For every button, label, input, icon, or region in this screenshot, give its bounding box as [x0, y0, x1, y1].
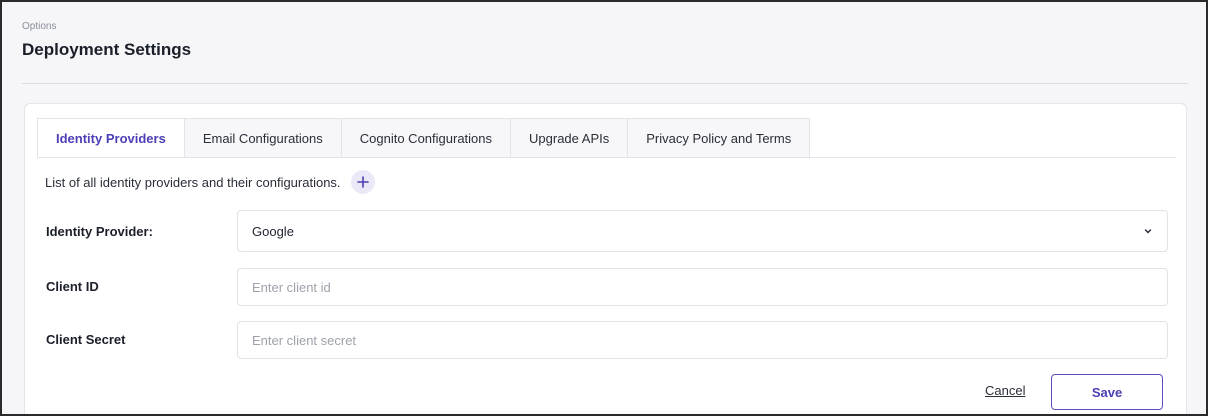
identity-provider-select[interactable]: Google	[237, 210, 1168, 252]
client-secret-input[interactable]	[252, 332, 1153, 348]
chevron-down-icon	[1144, 229, 1152, 234]
page-title: Deployment Settings	[22, 40, 192, 59]
description-text: List of all identity providers and their…	[45, 174, 341, 190]
app-frame: Options Deployment Settings Identity Pro…	[0, 0, 1208, 416]
page-header: Options Deployment Settings	[2, 2, 1206, 86]
identity-provider-label: Identity Provider:	[46, 224, 153, 239]
tab-cognito-configurations[interactable]: Cognito Configurations	[341, 118, 512, 158]
client-secret-label: Client Secret	[46, 332, 126, 347]
tab-bar: Identity Providers Email Configurations …	[37, 118, 811, 158]
add-provider-button[interactable]	[350, 170, 375, 194]
client-id-label: Client ID	[46, 279, 99, 294]
settings-card: Identity Providers Email Configurations …	[24, 103, 1187, 414]
plus-icon	[356, 176, 369, 188]
client-id-input[interactable]	[252, 279, 1153, 295]
cancel-button[interactable]: Cancel	[985, 383, 1025, 398]
identity-provider-value: Google	[252, 223, 294, 239]
client-secret-field-wrapper	[237, 321, 1168, 359]
tab-email-configurations[interactable]: Email Configurations	[184, 118, 342, 158]
tab-upgrade-apis[interactable]: Upgrade APIs	[511, 118, 629, 158]
description-row: List of all identity providers and their…	[45, 170, 375, 194]
tab-privacy-policy-and-terms[interactable]: Privacy Policy and Terms	[628, 118, 811, 158]
tab-identity-providers[interactable]: Identity Providers	[37, 118, 185, 158]
tabs-divider	[37, 157, 1176, 158]
save-button[interactable]: Save	[1051, 374, 1163, 410]
breadcrumb: Options	[22, 21, 57, 32]
client-id-field-wrapper	[237, 268, 1168, 306]
header-divider	[22, 83, 1188, 84]
